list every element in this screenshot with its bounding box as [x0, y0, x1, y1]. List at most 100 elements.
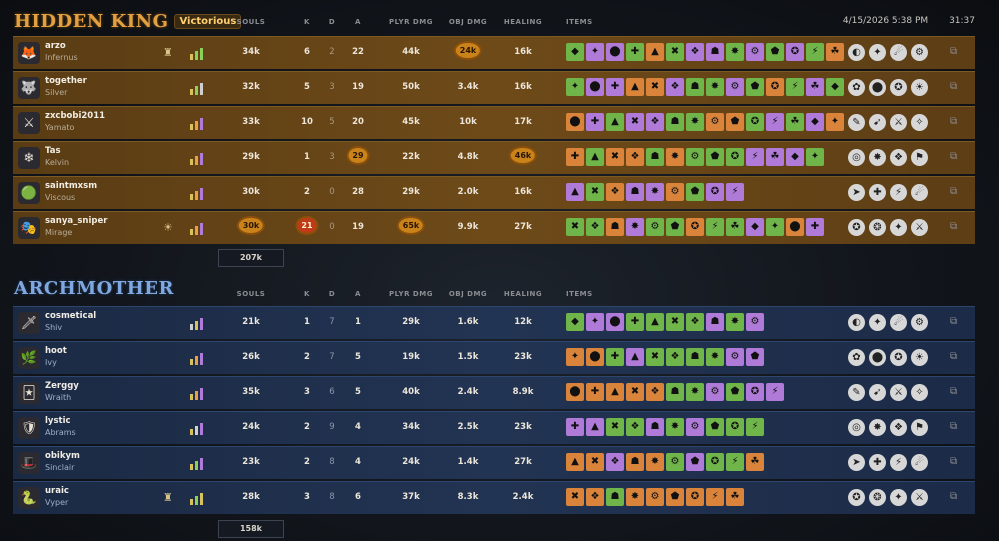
ability-icon[interactable]: ✪: [890, 79, 907, 96]
item-icon[interactable]: ⚡: [726, 183, 744, 201]
item-icon[interactable]: ✪: [786, 43, 804, 61]
ability-icon[interactable]: ◎: [848, 419, 865, 436]
item-icon[interactable]: ⚙: [746, 43, 764, 61]
item-icon[interactable]: ✦: [826, 113, 844, 131]
item-icon[interactable]: ✦: [586, 43, 604, 61]
ability-icon[interactable]: ✎: [848, 114, 865, 131]
item-icon[interactable]: ⚙: [666, 183, 684, 201]
item-icon[interactable]: ✸: [626, 218, 644, 236]
ability-icon[interactable]: ✪: [848, 489, 865, 506]
item-icon[interactable]: ☘: [826, 43, 844, 61]
ability-icon[interactable]: ⚔: [911, 219, 928, 236]
item-icon[interactable]: ✖: [566, 488, 584, 506]
ability-icon[interactable]: ✪: [848, 219, 865, 236]
item-icon[interactable]: ✪: [726, 418, 744, 436]
item-icon[interactable]: ◆: [566, 43, 584, 61]
ability-icon[interactable]: ✿: [848, 349, 865, 366]
player-row[interactable]: 🦊 arzo Infernus ♜ 34k 6 2 22 44k 24k 16k ◆ ✦ ⬤ ✚ ▲ ✖ ❖ ☗ ✸ ⚙…: [13, 36, 975, 69]
item-icon[interactable]: ✸: [666, 148, 684, 166]
item-icon[interactable]: ⚡: [746, 418, 764, 436]
ability-icon[interactable]: ⚔: [890, 384, 907, 401]
ability-icon[interactable]: ◐: [848, 44, 865, 61]
item-icon[interactable]: ✸: [726, 43, 744, 61]
item-icon[interactable]: ✸: [626, 488, 644, 506]
item-icon[interactable]: ✚: [606, 78, 624, 96]
ability-icon[interactable]: ❖: [890, 149, 907, 166]
ability-icon[interactable]: ➹: [869, 114, 886, 131]
item-icon[interactable]: ⬟: [726, 383, 744, 401]
item-icon[interactable]: ⚙: [646, 488, 664, 506]
item-icon[interactable]: ⬟: [686, 453, 704, 471]
item-icon[interactable]: ☗: [606, 218, 624, 236]
item-icon[interactable]: ⚡: [706, 488, 724, 506]
item-icon[interactable]: ⚙: [686, 148, 704, 166]
ability-icon[interactable]: ➤: [848, 184, 865, 201]
item-icon[interactable]: ✦: [806, 148, 824, 166]
copy-build-icon[interactable]: ⧉: [950, 116, 957, 127]
item-icon[interactable]: ⬤: [566, 113, 584, 131]
item-icon[interactable]: ⚙: [706, 383, 724, 401]
ability-icon[interactable]: ☀: [911, 349, 928, 366]
item-icon[interactable]: ◆: [826, 78, 844, 96]
item-icon[interactable]: ❖: [666, 78, 684, 96]
item-icon[interactable]: ▲: [606, 113, 624, 131]
item-icon[interactable]: ✖: [626, 383, 644, 401]
item-icon[interactable]: ✪: [746, 113, 764, 131]
ability-icon[interactable]: ⚔: [890, 114, 907, 131]
ability-icon[interactable]: ☀: [911, 79, 928, 96]
ability-icon[interactable]: ⚡: [890, 454, 907, 471]
item-icon[interactable]: ☗: [686, 348, 704, 366]
item-icon[interactable]: ⬟: [746, 348, 764, 366]
player-row[interactable]: 🎩 obikym Sinclair 23k 2 8 4 24k 1.4k 27k ▲ ✖ ❖ ☗ ✸ ⚙ ⬟ ✪ ⚡…: [13, 446, 975, 479]
copy-build-icon[interactable]: ⧉: [950, 316, 957, 327]
item-icon[interactable]: ▲: [586, 148, 604, 166]
ability-icon[interactable]: ➤: [848, 454, 865, 471]
copy-build-icon[interactable]: ⧉: [950, 351, 957, 362]
ability-icon[interactable]: ⚡: [890, 184, 907, 201]
item-icon[interactable]: ✖: [586, 453, 604, 471]
player-row[interactable]: 🐍 uraic Vyper ♜ 28k 3 8 6 37k 8.3k 2.4k ✖ ❖ ☗ ✸ ⚙ ⬟ ✪ ⚡ ☘ ✪ ❂…: [13, 481, 975, 514]
item-icon[interactable]: ✖: [606, 418, 624, 436]
item-icon[interactable]: ⬟: [726, 113, 744, 131]
item-icon[interactable]: ✖: [646, 78, 664, 96]
item-icon[interactable]: ❖: [626, 418, 644, 436]
player-row[interactable]: 🎭 sanya_sniper Mirage ☀ 30k 21 0 19 65k 9.9k 27k ✖ ❖…: [13, 211, 975, 244]
player-row[interactable]: ⚔ zxcbobi2011 Yamato 33k 10 5 20 45k 10k 17k ⬤ ✚ ▲ ✖ ❖…: [13, 106, 975, 139]
player-row[interactable]: 🟢 saintmxsm Viscous 30k 2 0 28 29k 2.0k 16k ▲ ✖ ❖ ☗ ✸ ⚙…: [13, 176, 975, 209]
item-icon[interactable]: ❖: [666, 348, 684, 366]
copy-build-icon[interactable]: ⧉: [950, 491, 957, 502]
item-icon[interactable]: ▲: [566, 183, 584, 201]
item-icon[interactable]: ☗: [706, 43, 724, 61]
item-icon[interactable]: ☗: [606, 488, 624, 506]
item-icon[interactable]: ⚙: [706, 113, 724, 131]
item-icon[interactable]: ✪: [686, 218, 704, 236]
item-icon[interactable]: ✖: [566, 218, 584, 236]
item-icon[interactable]: ❖: [686, 43, 704, 61]
item-icon[interactable]: ❖: [586, 488, 604, 506]
item-icon[interactable]: ⚡: [706, 218, 724, 236]
item-icon[interactable]: ▲: [606, 383, 624, 401]
item-icon[interactable]: ✪: [746, 383, 764, 401]
item-icon[interactable]: ▲: [586, 418, 604, 436]
ability-icon[interactable]: ✦: [869, 44, 886, 61]
item-icon[interactable]: ⬟: [666, 488, 684, 506]
item-icon[interactable]: ⬤: [586, 78, 604, 96]
item-icon[interactable]: ✸: [646, 183, 664, 201]
player-row[interactable]: 🐺 together Silver 32k 5 3 19 50k 3.4k 16k ✦ ⬤ ✚ ▲ ✖ ❖ ☗ ✸…: [13, 71, 975, 104]
item-icon[interactable]: ⚡: [746, 148, 764, 166]
item-icon[interactable]: ❖: [626, 148, 644, 166]
item-icon[interactable]: ✸: [686, 383, 704, 401]
copy-build-icon[interactable]: ⧉: [950, 456, 957, 467]
item-icon[interactable]: ❖: [606, 183, 624, 201]
item-icon[interactable]: ✪: [706, 453, 724, 471]
item-icon[interactable]: ✸: [706, 78, 724, 96]
copy-build-icon[interactable]: ⧉: [950, 221, 957, 232]
item-icon[interactable]: ✪: [766, 78, 784, 96]
item-icon[interactable]: ⚡: [806, 43, 824, 61]
item-icon[interactable]: ☘: [766, 148, 784, 166]
copy-build-icon[interactable]: ⧉: [950, 421, 957, 432]
item-icon[interactable]: ✪: [686, 488, 704, 506]
item-icon[interactable]: ▲: [566, 453, 584, 471]
item-icon[interactable]: ❖: [646, 113, 664, 131]
ability-icon[interactable]: ☄: [890, 314, 907, 331]
